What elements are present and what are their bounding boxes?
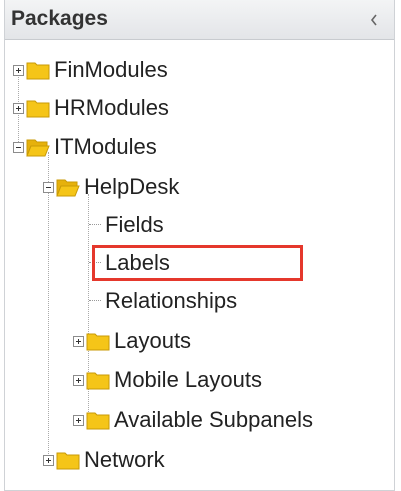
tree-item-mobile-layouts[interactable]: Mobile Layouts	[73, 366, 262, 394]
folder-icon	[56, 452, 80, 470]
expand-icon[interactable]	[73, 414, 84, 426]
expand-icon[interactable]	[43, 454, 54, 466]
folder-icon	[26, 100, 50, 118]
tree-item-itmodules[interactable]: ITModules	[13, 133, 157, 161]
packages-title: Packages	[11, 7, 108, 30]
expand-icon[interactable]	[13, 64, 24, 76]
tree-item-available-subpanels[interactable]: Available Subpanels	[73, 406, 313, 434]
tree-item-hrmodules[interactable]: HRModules	[13, 94, 169, 122]
tree-item-network[interactable]: Network	[43, 446, 165, 474]
tree-item-label: Available Subpanels	[114, 407, 313, 432]
tree-item-label: Mobile Layouts	[114, 367, 262, 392]
tree-item-label: HelpDesk	[84, 174, 180, 199]
expand-icon[interactable]	[73, 374, 84, 386]
folder-icon	[86, 333, 110, 351]
open-folder-icon	[26, 139, 50, 157]
tree-connector	[89, 300, 101, 302]
tree-item-label: HRModules	[54, 95, 169, 120]
tree-item-fields[interactable]: Fields	[89, 211, 164, 239]
chevron-left-icon[interactable]	[366, 12, 382, 28]
tree-item-label: Fields	[105, 212, 164, 237]
tree-item-label: Network	[84, 447, 165, 472]
tree-item-label: FinModules	[54, 57, 168, 82]
tree-item-finmodules[interactable]: FinModules	[13, 56, 168, 84]
tree-item-helpdesk[interactable]: HelpDesk	[43, 173, 179, 201]
collapse-icon[interactable]	[13, 141, 24, 153]
packages-header: Packages	[5, 0, 394, 40]
folder-icon	[26, 62, 50, 80]
expand-icon[interactable]	[73, 335, 84, 347]
tree-item-layouts[interactable]: Layouts	[73, 327, 191, 355]
collapse-icon[interactable]	[43, 181, 54, 193]
open-folder-icon	[56, 179, 80, 197]
tree-connector	[89, 224, 101, 226]
tree-item-label: ITModules	[54, 134, 157, 159]
tree-item-label: Layouts	[114, 328, 192, 353]
folder-icon	[86, 372, 110, 390]
labels-highlight-box	[92, 245, 303, 281]
expand-icon[interactable]	[13, 102, 24, 114]
tree-item-relationships[interactable]: Relationships	[89, 287, 237, 315]
folder-icon	[86, 412, 110, 430]
tree-item-label: Relationships	[105, 288, 238, 313]
